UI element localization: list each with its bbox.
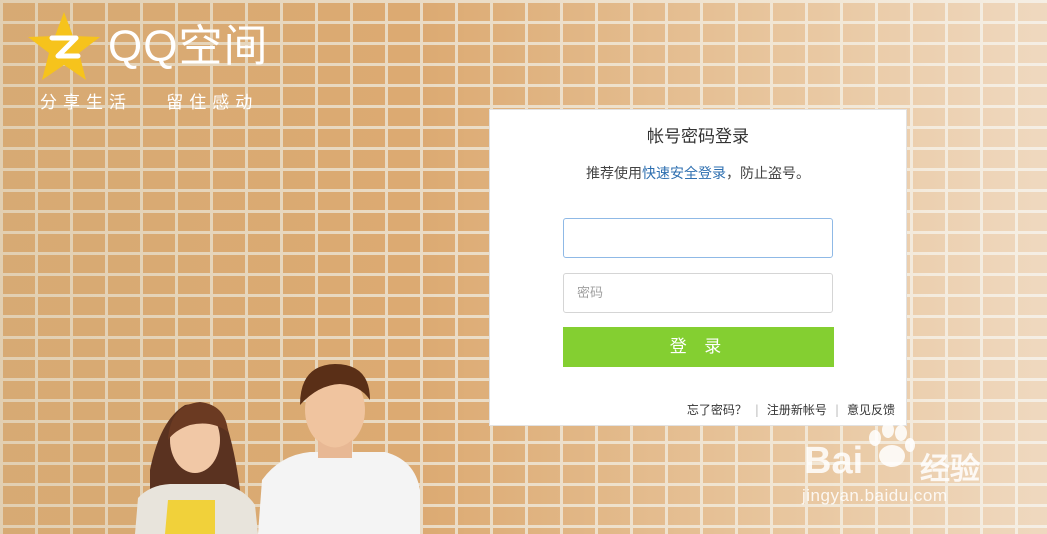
logo-slogan: 分享生活 留住感动 [40, 93, 259, 113]
login-button[interactable]: 登 录 [563, 327, 834, 367]
qq-zone-star-icon [28, 12, 100, 80]
baidu-paw-icon [869, 422, 915, 467]
account-input[interactable] [563, 218, 833, 258]
login-footer-links: 忘了密码？ | 注册新帐号 | 意见反馈 [687, 401, 895, 418]
login-tip: 推荐使用快速安全登录，防止盗号。 [490, 163, 906, 183]
baidu-jingyan-watermark: Bai 经验 jingyan.baidu.com [800, 420, 1040, 520]
login-tip-suffix: ，防止盗号。 [726, 166, 810, 182]
qq-zone-logo[interactable]: QQ空间 分享生活 留住感动 [26, 10, 286, 113]
login-panel: 帐号密码登录 推荐使用快速安全登录，防止盗号。 登 录 忘了密码？ | 注册新帐号 |… [489, 109, 907, 426]
login-title: 帐号密码登录 [647, 127, 749, 147]
logo-brand-text: QQ空间 [108, 22, 269, 71]
quick-login-link[interactable]: 快速安全登录 [642, 166, 726, 182]
link-separator: | [754, 403, 759, 417]
watermark-brand: Bai [804, 440, 864, 482]
link-separator: | [834, 403, 839, 417]
watermark-brand-cn: 经验 [920, 453, 980, 486]
password-input[interactable] [563, 273, 833, 313]
login-tip-prefix: 推荐使用 [586, 166, 642, 182]
feedback-link[interactable]: 意见反馈 [847, 403, 895, 417]
register-link[interactable]: 注册新帐号 [767, 403, 827, 417]
forgot-password-link[interactable]: 忘了密码？ [687, 403, 747, 417]
watermark-url: jingyan.baidu.com [802, 486, 948, 505]
